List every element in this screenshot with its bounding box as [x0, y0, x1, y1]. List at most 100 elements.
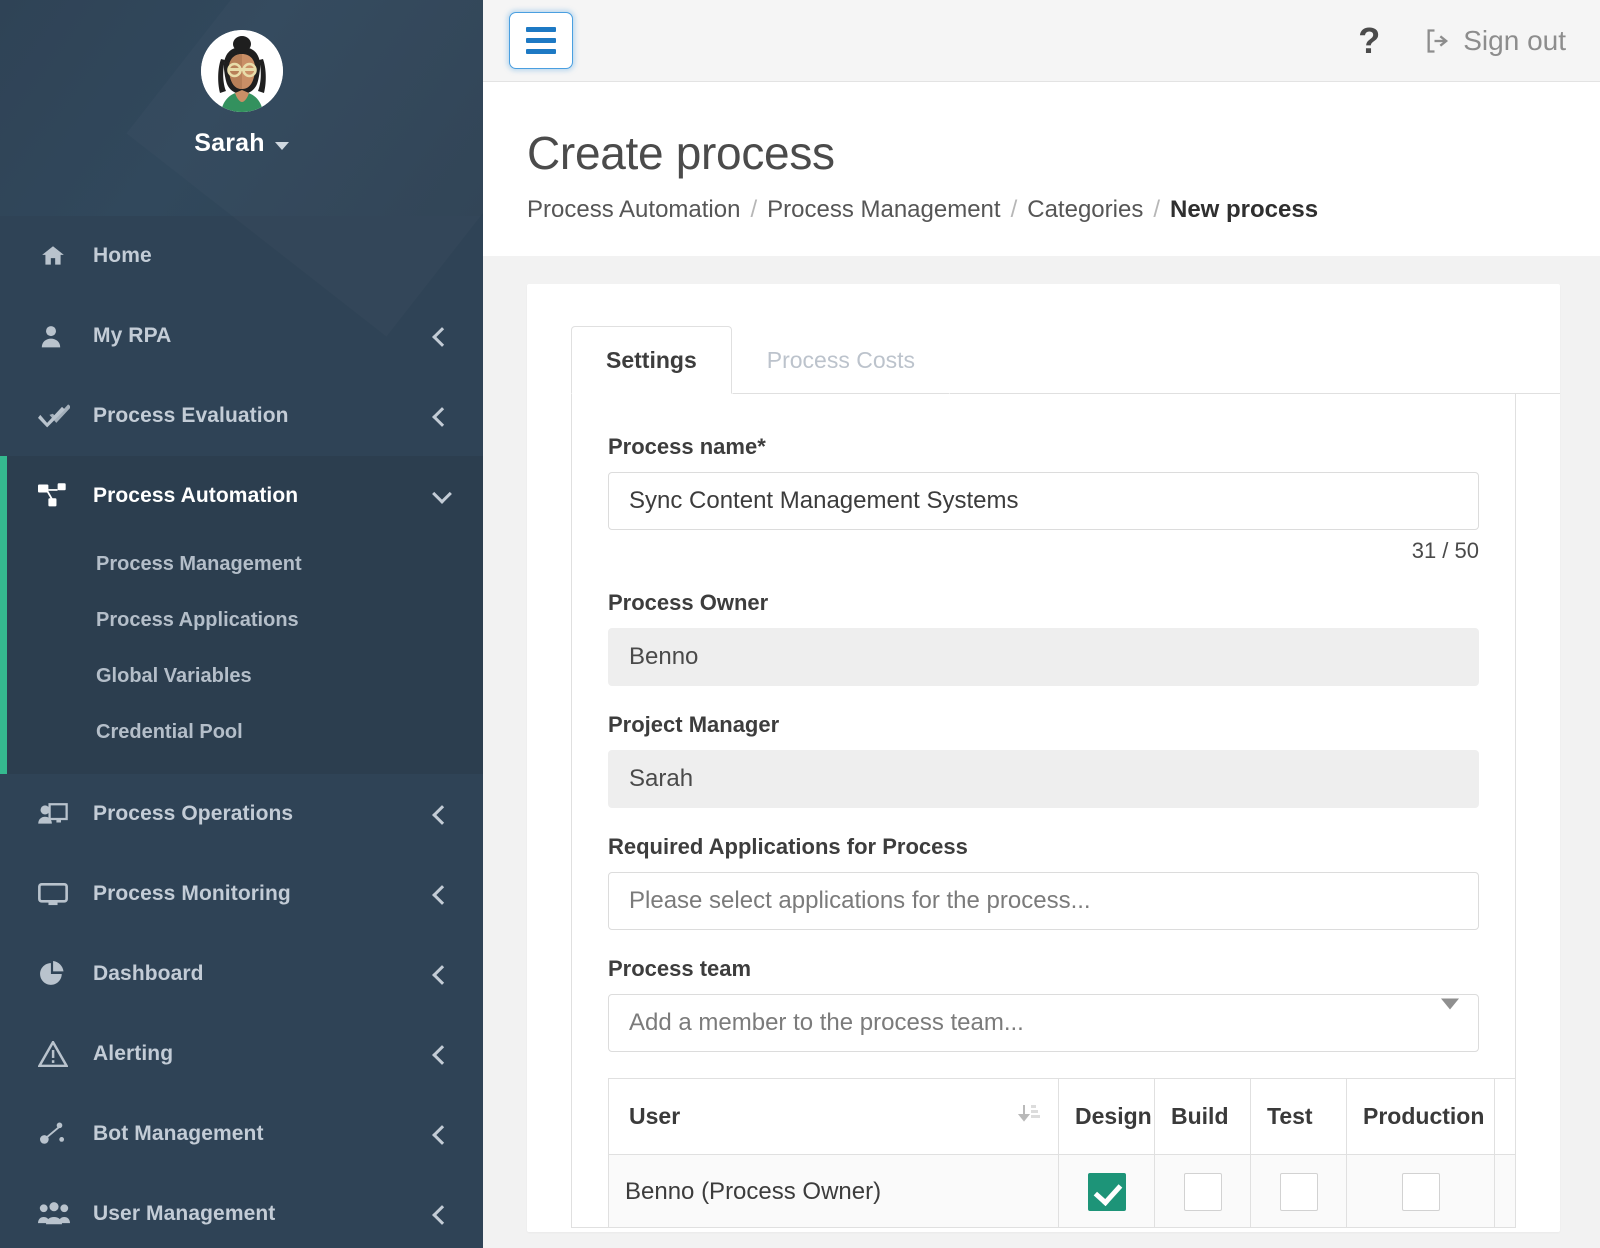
chevron-down-icon [1441, 998, 1459, 1010]
sidebar-item-process-evaluation[interactable]: Process Evaluation [0, 376, 483, 456]
process-name-label: Process name* [608, 434, 766, 459]
sidebar-item-bot-management[interactable]: Bot Management [0, 1094, 483, 1174]
project-manager-input: Sarah [608, 750, 1479, 808]
required-applications-input[interactable]: Please select applications for the proce… [608, 872, 1479, 930]
sidebar-item-label: User Management [93, 1202, 276, 1225]
table-row: Benno (Process Owner) [608, 1154, 1515, 1227]
form-card: Settings Process Costs Process name* Syn… [527, 284, 1560, 1232]
field-process-team: Process team Add a member to the process… [608, 956, 1479, 1052]
chevron-down-icon [274, 141, 289, 150]
checkbox-test[interactable] [1279, 1173, 1318, 1211]
cell-actions[interactable] [1494, 1154, 1515, 1227]
sidebar-item-label: Process Monitoring [93, 882, 291, 905]
header-spacer [527, 224, 1600, 256]
cell-design[interactable] [1058, 1154, 1155, 1227]
signout-button[interactable]: Sign out [1424, 25, 1566, 57]
sidebar-item-label: Process Evaluation [93, 404, 289, 427]
app-root: Sarah Home My RPA Process Evaluation Pro… [0, 0, 1600, 1248]
breadcrumb-item[interactable]: Categories [1027, 196, 1143, 224]
chevron-left-icon [435, 329, 449, 343]
signout-label: Sign out [1463, 24, 1566, 56]
field-process-name: Process name* Sync Content Management Sy… [608, 434, 1479, 564]
sidebar-item-label: Process Automation [93, 484, 299, 507]
sidebar: Sarah Home My RPA Process Evaluation Pro… [0, 0, 483, 1248]
bot-network-icon [38, 1119, 72, 1149]
column-header-production: Production [1346, 1078, 1495, 1155]
sidebar-subitem-global-variables[interactable]: Global Variables [7, 648, 483, 704]
checkbox-production[interactable] [1401, 1173, 1440, 1211]
sidebar-item-dashboard[interactable]: Dashboard [0, 934, 483, 1014]
column-header-user[interactable]: User [608, 1078, 1059, 1155]
home-icon [38, 241, 72, 271]
sidebar-item-label: Dashboard [93, 962, 204, 985]
process-owner-label: Process Owner [608, 590, 769, 615]
breadcrumb-item-current: New process [1169, 196, 1319, 223]
cell-test[interactable] [1250, 1154, 1347, 1227]
main-area: ? Sign out Create process Process Automa… [483, 0, 1600, 1248]
tab-settings[interactable]: Settings [571, 326, 732, 394]
help-icon[interactable]: ? [1358, 22, 1380, 59]
breadcrumb-separator: / [1153, 196, 1160, 223]
breadcrumb-item[interactable]: Process Management [767, 196, 1000, 224]
project-manager-label: Project Manager [608, 712, 780, 737]
process-name-counter: 31 / 50 [1411, 538, 1479, 563]
column-header-test: Test [1250, 1078, 1347, 1155]
process-owner-input: Benno [608, 628, 1479, 686]
hamburger-icon-bar [526, 27, 556, 32]
sidebar-item-process-monitoring[interactable]: Process Monitoring [0, 854, 483, 934]
username-label: Sarah [194, 129, 265, 157]
checkbox-design[interactable] [1087, 1173, 1126, 1211]
warning-triangle-icon [38, 1039, 72, 1069]
sidebar-nav: Home My RPA Process Evaluation Process A… [0, 216, 483, 1248]
menu-toggle-button[interactable] [509, 12, 573, 69]
field-required-applications: Required Applications for Process Please… [608, 834, 1479, 930]
sitemap-icon [38, 481, 72, 511]
chevron-down-icon [435, 489, 449, 503]
sign-out-icon [1427, 28, 1449, 53]
cell-production[interactable] [1346, 1154, 1495, 1227]
sidebar-item-home[interactable]: Home [0, 216, 483, 296]
sidebar-subitem-credential-pool[interactable]: Credential Pool [7, 704, 483, 760]
process-name-input[interactable]: Sync Content Management Systems [608, 472, 1479, 530]
sidebar-item-label: Bot Management [93, 1122, 264, 1145]
column-header-build: Build [1154, 1078, 1251, 1155]
sidebar-subitem-process-management[interactable]: Process Management [7, 536, 483, 592]
table-header-row: User Design Build Test Production [608, 1078, 1515, 1155]
page-title: Create process [527, 127, 835, 179]
chevron-left-icon [435, 887, 449, 901]
sidebar-item-user-management[interactable]: User Management [0, 1174, 483, 1248]
settings-panel: Process name* Sync Content Management Sy… [571, 394, 1516, 1228]
tab-process-costs[interactable]: Process Costs [731, 326, 950, 394]
field-project-manager: Project Manager Sarah [608, 712, 1479, 808]
sidebar-item-label: Home [93, 244, 152, 267]
process-team-label: Process team [608, 956, 752, 981]
sidebar-item-label: Process Operations [93, 802, 294, 825]
user-menu-toggle[interactable]: Sarah [194, 129, 289, 158]
breadcrumb-item[interactable]: Process Automation [527, 196, 740, 224]
sidebar-subitem-process-applications[interactable]: Process Applications [7, 592, 483, 648]
checkbox-build[interactable] [1183, 1173, 1222, 1211]
chevron-left-icon [435, 807, 449, 821]
monitor-icon [38, 879, 72, 909]
table-head: User Design Build Test Production [608, 1078, 1515, 1155]
cell-build[interactable] [1154, 1154, 1251, 1227]
sidebar-item-my-rpa[interactable]: My RPA [0, 296, 483, 376]
table-body: Benno (Process Owner) [608, 1154, 1515, 1227]
field-process-owner: Process Owner Benno [608, 590, 1479, 686]
chevron-left-icon [435, 409, 449, 423]
cell-user: Benno (Process Owner) [608, 1154, 1059, 1227]
sidebar-item-process-operations[interactable]: Process Operations [0, 774, 483, 854]
page-header: Create process Process Automation / Proc… [483, 82, 1600, 256]
hamburger-icon-bar [526, 38, 556, 43]
sidebar-item-process-automation[interactable]: Process Automation [7, 456, 483, 536]
column-header-design: Design [1058, 1078, 1155, 1155]
avatar[interactable] [200, 30, 283, 112]
sidebar-item-alerting[interactable]: Alerting [0, 1014, 483, 1094]
process-team-select[interactable]: Add a member to the process team... [608, 994, 1479, 1052]
sidebar-subnav: Process Management Process Applications … [7, 536, 483, 774]
users-icon [38, 1199, 72, 1229]
hamburger-icon-bar [526, 49, 556, 54]
user-avatar-icon [200, 30, 283, 112]
column-header-actions [1494, 1078, 1515, 1155]
sidebar-header: Sarah [0, 0, 483, 216]
